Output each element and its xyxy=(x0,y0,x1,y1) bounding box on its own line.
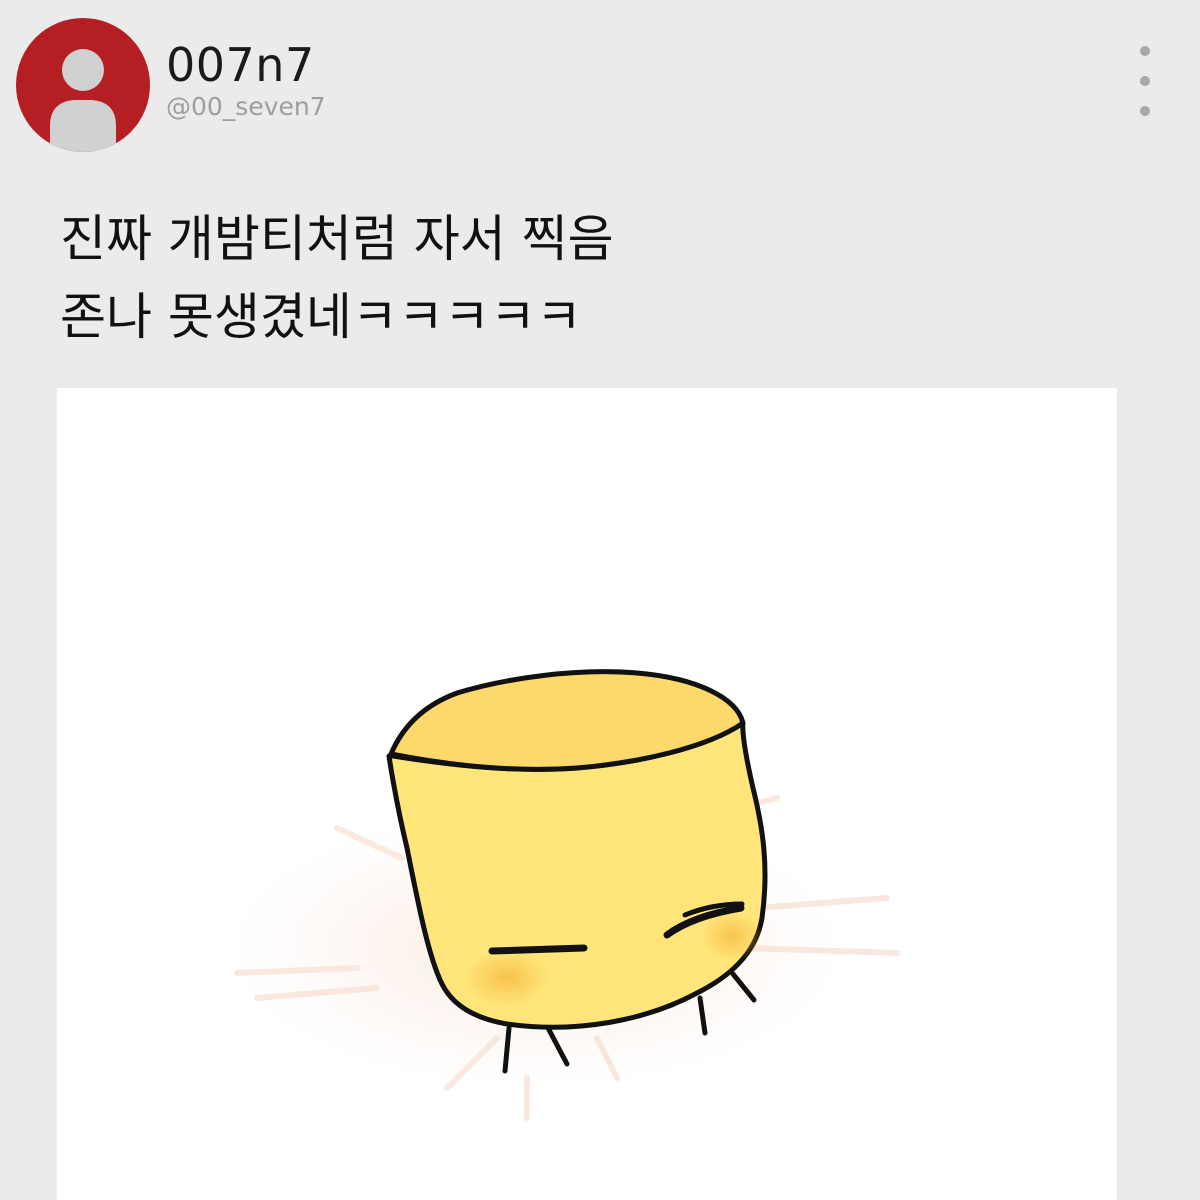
blush-right xyxy=(702,912,762,960)
blush-left xyxy=(465,950,549,1006)
post-image[interactable] xyxy=(57,388,1117,1200)
display-name[interactable]: 007n7 xyxy=(166,38,326,92)
more-vertical-icon-dot xyxy=(1140,76,1150,86)
more-vertical-icon xyxy=(1140,46,1150,56)
yellow-cube-character-illustration xyxy=(207,669,900,1121)
post-card: 007n7 @00_seven7 진짜 개밤티처럼 자서 찍음 존나 못생겼네ㅋ… xyxy=(0,0,1200,1200)
user-info: 007n7 @00_seven7 xyxy=(166,38,326,122)
character-body xyxy=(386,669,768,1030)
post-text-line: 존나 못생겼네ㅋㅋㅋㅋㅋ xyxy=(60,288,582,346)
more-options-button[interactable] xyxy=(1126,40,1164,124)
more-vertical-icon-dot xyxy=(1140,106,1150,116)
post-text: 진짜 개밤티처럼 자서 찍음 존나 못생겼네ㅋㅋㅋㅋㅋ xyxy=(60,200,1140,356)
post-text-line: 진짜 개밤티처럼 자서 찍음 xyxy=(60,210,614,268)
user-handle[interactable]: @00_seven7 xyxy=(166,92,326,122)
default-avatar-icon xyxy=(50,49,116,152)
avatar[interactable] xyxy=(16,18,150,152)
